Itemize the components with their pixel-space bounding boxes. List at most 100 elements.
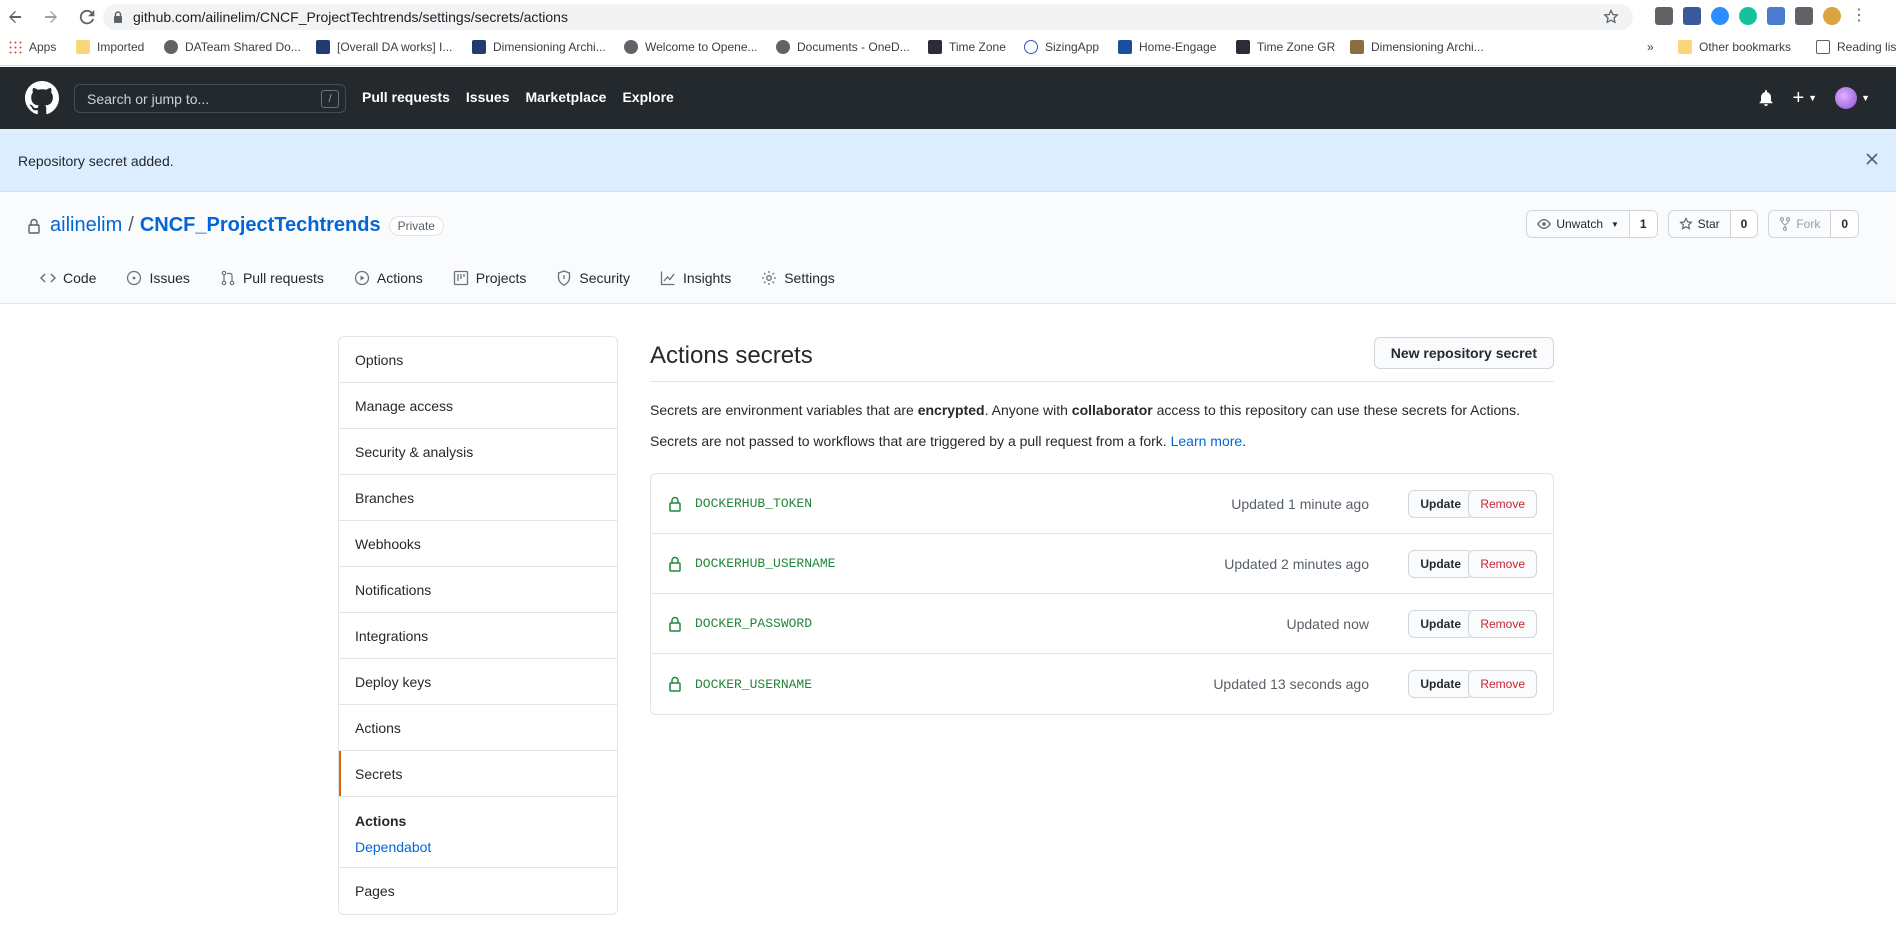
tab-insights[interactable]: Insights	[660, 270, 731, 286]
user-menu[interactable]: ▼	[1835, 87, 1870, 109]
desc-bold-collaborator: collaborator	[1071, 402, 1153, 418]
github-logo-icon[interactable]	[25, 81, 59, 115]
fork-button[interactable]: Fork	[1769, 211, 1830, 237]
address-bar[interactable]: github.com/ailinelim/CNCF_ProjectTechtre…	[103, 4, 1633, 30]
facebook-icon[interactable]	[1683, 7, 1701, 25]
sidebar-item-options[interactable]: Options	[339, 337, 617, 383]
sidebar-item-manage-access[interactable]: Manage access	[339, 383, 617, 429]
create-new-menu[interactable]: + ▼	[1792, 88, 1818, 108]
remove-button[interactable]: Remove	[1468, 609, 1537, 638]
extension-icon[interactable]	[1655, 7, 1673, 25]
forward-button[interactable]	[40, 6, 62, 28]
bookmark-overall-da[interactable]: [Overall DA works] I...	[316, 40, 452, 54]
secret-row: DOCKER_PASSWORD Updated now Update Remov…	[651, 594, 1553, 654]
zoom-icon[interactable]	[1711, 7, 1729, 25]
learn-more-link[interactable]: Learn more	[1171, 433, 1243, 449]
bookmark-home-engage[interactable]: Home-Engage	[1118, 40, 1216, 54]
back-button[interactable]	[4, 6, 26, 28]
grammarly-icon[interactable]	[1739, 7, 1757, 25]
sidebar-item-actions[interactable]: Actions	[339, 705, 617, 751]
bookmark-label: Time Zone GR	[1257, 40, 1336, 54]
bookmark-dateam[interactable]: DATeam Shared Do...	[164, 40, 301, 54]
gear-icon	[762, 271, 777, 285]
desc-bold-encrypted: encrypted	[917, 402, 985, 418]
issue-icon	[127, 270, 142, 286]
profile-avatar-icon[interactable]	[1823, 7, 1841, 25]
secrets-description: Secrets are environment variables that a…	[650, 400, 1554, 420]
bookmark-label: Dimensioning Archi...	[1371, 40, 1484, 54]
bookmark-onedrive[interactable]: Documents - OneD...	[776, 40, 910, 54]
repo-name-link[interactable]: CNCF_ProjectTechtrends	[140, 214, 381, 237]
sidebar-item-pages[interactable]: Pages	[339, 868, 617, 914]
bookmark-other[interactable]: Other bookmarks	[1678, 40, 1791, 54]
sidebar-item-notifications[interactable]: Notifications	[339, 567, 617, 613]
puzzle-icon[interactable]	[1795, 7, 1813, 25]
new-repository-secret-button[interactable]: New repository secret	[1373, 337, 1554, 369]
update-button[interactable]: Update	[1408, 609, 1473, 638]
bell-icon[interactable]	[1758, 90, 1774, 106]
bookmark-apps[interactable]: Apps	[8, 40, 56, 54]
menu-dots-icon[interactable]: ⋮	[1851, 7, 1867, 25]
tab-actions[interactable]: Actions	[354, 270, 423, 286]
nav-marketplace[interactable]: Marketplace	[526, 89, 607, 105]
bookmark-timezone-gr[interactable]: Time Zone GR	[1236, 40, 1335, 54]
sidebar-item-integrations[interactable]: Integrations	[339, 613, 617, 659]
star-count[interactable]: 0	[1729, 211, 1758, 237]
update-button[interactable]: Update	[1408, 549, 1473, 578]
sidebar-item-webhooks[interactable]: Webhooks	[339, 521, 617, 567]
sidebar-item-branches[interactable]: Branches	[339, 475, 617, 521]
bookmark-timezone[interactable]: Time Zone	[928, 40, 1006, 54]
header-right: + ▼ ▼	[1758, 87, 1870, 109]
bookmark-label: DATeam Shared Do...	[185, 40, 301, 54]
reload-button[interactable]	[76, 6, 98, 28]
bookmark-reading-list[interactable]: Reading lis	[1816, 40, 1896, 54]
tab-settings[interactable]: Settings	[761, 270, 835, 286]
camera-icon[interactable]	[1767, 7, 1785, 25]
tab-code[interactable]: Code	[40, 270, 96, 286]
nav-issues[interactable]: Issues	[466, 89, 510, 105]
sidebar-subitem-actions[interactable]: Actions	[355, 813, 601, 829]
repo-owner-link[interactable]: ailinelim	[50, 214, 122, 237]
sidebar-item-deploy-keys[interactable]: Deploy keys	[339, 659, 617, 705]
bookmarks-overflow[interactable]: »	[1647, 40, 1654, 54]
star-button[interactable]: Star	[1669, 211, 1730, 237]
unwatch-label: Unwatch	[1556, 217, 1603, 231]
tab-label: Code	[63, 270, 97, 286]
update-button[interactable]: Update	[1408, 670, 1473, 698]
bookmark-sizingapp[interactable]: SizingApp	[1024, 40, 1099, 54]
desc-text: .	[1242, 433, 1247, 449]
tab-projects[interactable]: Projects	[453, 270, 526, 286]
watch-count[interactable]: 1	[1628, 211, 1657, 237]
nav-pull-requests[interactable]: Pull requests	[362, 89, 450, 105]
tab-issues[interactable]: Issues	[126, 270, 190, 286]
search-input[interactable]: Search or jump to... /	[74, 84, 346, 113]
sidebar-item-secrets[interactable]: Secrets	[339, 751, 617, 797]
bookmark-imported[interactable]: Imported	[76, 40, 144, 54]
bookmark-dimensioning-2[interactable]: Dimensioning Archi...	[1350, 40, 1484, 54]
bookmark-opene[interactable]: Welcome to Opene...	[624, 40, 758, 54]
tab-label: Security	[579, 270, 630, 286]
fork-note: Secrets are not passed to workflows that…	[650, 431, 1554, 451]
nav-explore[interactable]: Explore	[622, 89, 673, 105]
secret-name: DOCKER_PASSWORD	[695, 616, 813, 631]
secret-row: DOCKER_USERNAME Updated 13 seconds ago U…	[651, 654, 1553, 714]
fork-count[interactable]: 0	[1830, 211, 1858, 237]
remove-button[interactable]: Remove	[1468, 489, 1537, 518]
bookmark-label: SizingApp	[1045, 40, 1100, 54]
bookmark-star-icon[interactable]	[1603, 9, 1619, 25]
unwatch-button[interactable]: Unwatch ▼	[1527, 211, 1629, 237]
tab-security[interactable]: Security	[556, 270, 630, 286]
tab-label: Issues	[149, 270, 190, 286]
close-icon[interactable]	[1866, 153, 1878, 165]
bookmark-dimensioning[interactable]: Dimensioning Archi...	[472, 40, 606, 54]
sidebar-subitem-dependabot[interactable]: Dependabot	[355, 839, 601, 855]
update-button[interactable]: Update	[1408, 489, 1473, 518]
sidebar-item-security-analysis[interactable]: Security & analysis	[339, 429, 617, 475]
arrow-right-icon	[45, 11, 57, 23]
remove-button[interactable]: Remove	[1468, 549, 1537, 578]
caret-down-icon: ▼	[1808, 93, 1818, 103]
desc-text: access to this repository can use these …	[1152, 402, 1520, 418]
dna-icon	[472, 40, 486, 54]
remove-button[interactable]: Remove	[1468, 670, 1537, 698]
tab-pull-requests[interactable]: Pull requests	[220, 270, 324, 286]
